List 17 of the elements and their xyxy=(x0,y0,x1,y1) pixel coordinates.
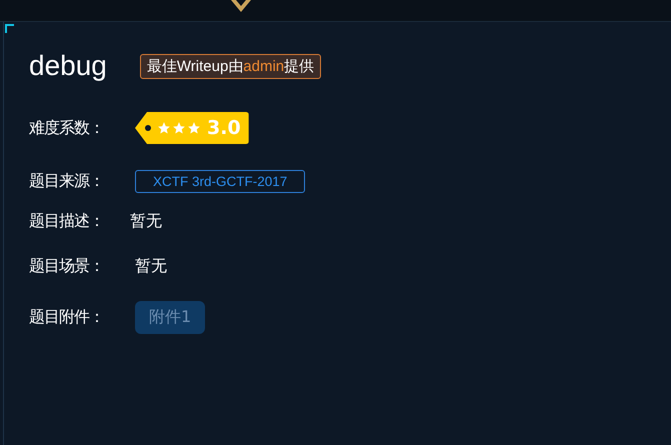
star-icon xyxy=(172,121,186,135)
scene-value: 暂无 xyxy=(135,256,167,276)
description-value: 暂无 xyxy=(130,210,162,232)
challenge-title: debug xyxy=(29,50,107,82)
difficulty-label: 难度系数： xyxy=(29,118,105,138)
attachment-button[interactable]: 附件1 xyxy=(135,300,206,334)
ornament-icon xyxy=(228,0,252,12)
source-tag[interactable]: XCTF 3rd-GCTF-2017 xyxy=(135,170,306,192)
scene-label: 题目场景： xyxy=(29,256,105,276)
star-icon xyxy=(187,121,201,135)
star-icon xyxy=(157,121,171,135)
difficulty-score: 3.0 xyxy=(207,117,241,139)
source-label: 题目来源： xyxy=(29,170,105,192)
writeup-badge: 最佳Writeup由admin提供 xyxy=(140,54,322,78)
description-label: 题目描述： xyxy=(29,210,105,232)
corner-icon xyxy=(5,24,14,33)
attachment-label: 题目附件： xyxy=(29,306,105,328)
